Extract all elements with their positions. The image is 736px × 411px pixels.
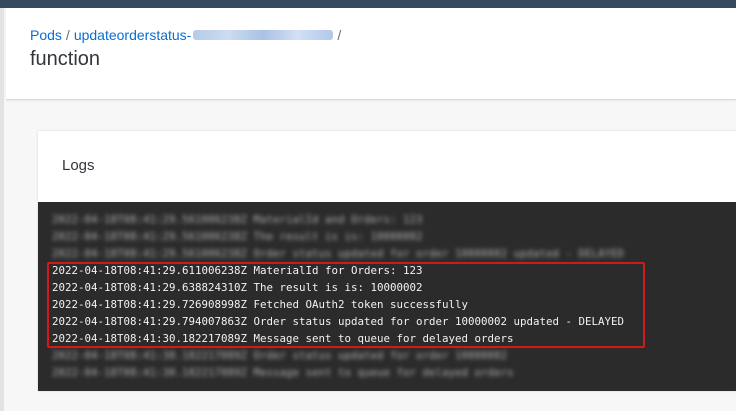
shell-top-bar (0, 0, 736, 8)
log-line-redacted: 2022-04-18T08:41:29.561006238Z The resul… (52, 230, 423, 243)
log-line-redacted: 2022-04-18T08:41:30.182217089Z Message s… (52, 366, 514, 379)
log-line: 2022-04-18T08:41:29.611006238Z MaterialI… (52, 264, 423, 277)
log-line: 2022-04-18T08:41:29.638824310Z The resul… (52, 281, 423, 294)
log-terminal[interactable]: 2022-04-18T08:41:29.561006238Z MaterialI… (38, 202, 736, 391)
log-line: 2022-04-18T08:41:29.794007863Z Order sta… (52, 315, 625, 328)
redacted-pod-suffix (193, 30, 334, 40)
log-line-redacted: 2022-04-18T08:41:30.182217089Z Order sta… (52, 349, 508, 362)
breadcrumb: Pods / updateorderstatus- / (30, 27, 345, 43)
page-header: Pods / updateorderstatus- / function (6, 8, 736, 100)
log-line: 2022-04-18T08:41:29.726908998Z Fetched O… (52, 298, 469, 311)
log-line-redacted: 2022-04-18T08:41:29.561006238Z Order sta… (52, 247, 625, 260)
log-line: 2022-04-18T08:41:30.182217089Z Message s… (52, 332, 514, 345)
breadcrumb-separator: / (65, 27, 70, 43)
page-title: function (30, 48, 101, 70)
breadcrumb-pods-link[interactable]: Pods (30, 27, 62, 43)
left-gutter (0, 8, 4, 411)
logs-card-title: Logs (62, 157, 95, 174)
breadcrumb-separator: / (337, 27, 342, 43)
breadcrumb-pod-name: updateorderstatus- (73, 27, 192, 43)
breadcrumb-pod-link[interactable]: updateorderstatus- (74, 27, 334, 43)
logs-card: Logs 2022-04-18T08:41:29.561006238Z Mate… (38, 131, 736, 391)
log-line-redacted: 2022-04-18T08:41:29.561006238Z MaterialI… (52, 213, 423, 226)
